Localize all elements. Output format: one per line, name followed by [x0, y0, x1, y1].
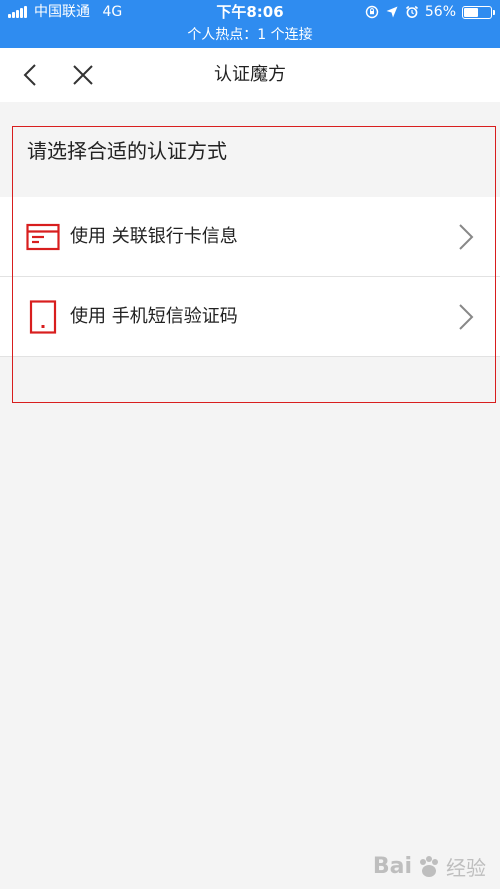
location-icon: [386, 6, 398, 18]
chevron-right-icon: [459, 304, 474, 330]
battery-icon: [462, 5, 495, 19]
nav-bar: 认证魔方: [0, 48, 500, 102]
status-row: 中国联通 4G 下午8:06 56%: [0, 0, 500, 24]
paw-icon: [420, 855, 438, 877]
page-title: 认证魔方: [214, 64, 286, 85]
auth-options-list: 使用 关联银行卡信息 使用 手机短信验证码: [0, 197, 500, 357]
section-title: 请选择合适的认证方式: [27, 139, 227, 163]
watermark-brand: Bai: [372, 854, 412, 879]
watermark-suffix: 经验: [446, 856, 486, 880]
phone-icon: [29, 300, 57, 334]
option-label: 使用 手机短信验证码: [70, 306, 238, 327]
rotation-lock-icon: [365, 5, 379, 19]
status-bar: 中国联通 4G 下午8:06 56% 个人热点：1 个连接: [0, 0, 500, 48]
option-label: 使用 关联银行卡信息: [70, 226, 238, 247]
battery-percent: 56%: [424, 4, 456, 20]
battery-level: [464, 7, 478, 17]
alarm-icon: [405, 5, 418, 18]
chevron-right-icon: [459, 224, 474, 250]
bank-card-icon: [26, 223, 60, 251]
watermark: Bai 经验: [373, 852, 486, 881]
option-bank-card[interactable]: 使用 关联银行卡信息: [0, 197, 500, 277]
option-sms-code[interactable]: 使用 手机短信验证码: [0, 277, 500, 357]
status-icons: 56%: [365, 3, 495, 21]
hotspot-banner[interactable]: 个人热点：1 个连接: [0, 26, 500, 44]
